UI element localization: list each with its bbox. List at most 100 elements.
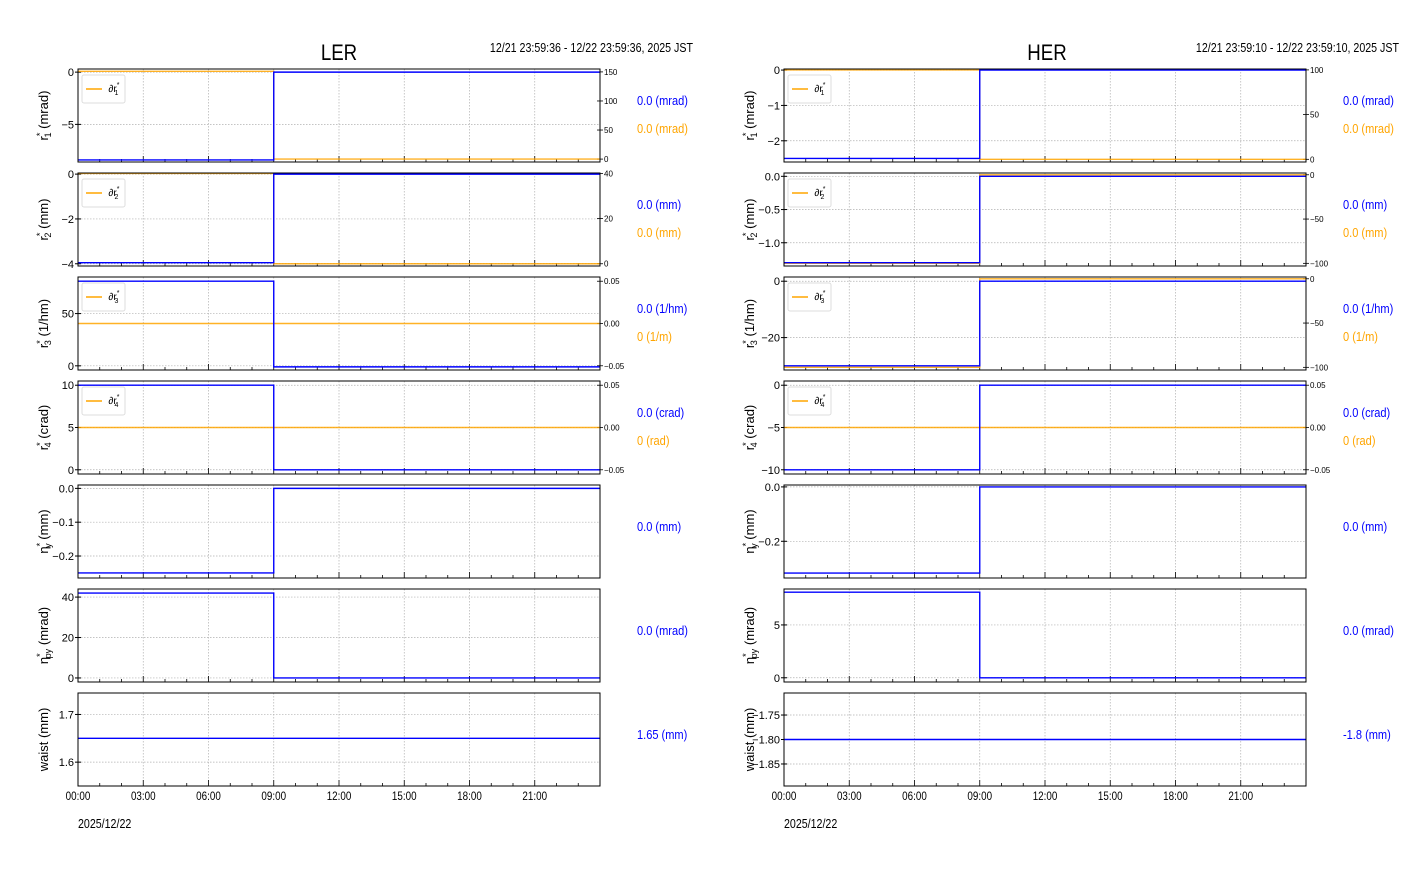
blue-current-value: 0.0 (mm) [637,519,681,534]
right-y-tick-label: 50 [604,126,613,135]
y-tick-label: −0.1 [52,517,74,529]
x-tick-label: 09:00 [967,790,992,803]
legend: ∂r* 3 [81,282,126,312]
x-tick-label: 06:00 [902,790,927,803]
right-y-tick-label: 0 [604,155,609,164]
right-y-tick-label: 20 [604,215,613,224]
y-tick-label: −0.2 [758,536,780,548]
right-y-tick-label: 150 [604,68,618,77]
x-tick-label: 18:00 [1163,790,1188,803]
x-tick-label: 06:00 [196,790,221,803]
y-tick-label: 0 [774,276,780,288]
right-y-tick-label: 0.05 [604,381,620,390]
y-tick-label: 0 [68,465,74,477]
y-tick-label: 10 [62,380,74,392]
her-panel-5: 0.0 −0.2 0.0 (mm) η*y (mm) [741,482,1387,579]
orange-current-value: 0 (1/m) [1343,329,1378,344]
ler-title: LER [321,42,357,66]
y-tick-label: 0 [68,169,74,181]
legend-label: ∂r* 2 [108,186,119,201]
y-tick-label: 20 [62,633,74,645]
her-panel-7: −1.75−1.80−1.85-1.8 (mm)waist (mm) [742,692,1391,787]
y-tick-label: 40 [62,592,74,604]
legend-label: ∂r* 3 [108,290,119,305]
x-tick-label: 00:00 [66,790,91,803]
y-axis-label: η*py (mrad) [35,607,53,664]
x-tick-label: 21:00 [522,790,547,803]
ler-panel-3: 50 0 −0.05 0.00 0.05 ∂r* 3 0 (1/m) 0.0 (1/hm) r*… [35,276,687,373]
y-axis-label: r*1 (mrad) [741,91,759,141]
y-tick-label: −0.5 [758,205,780,217]
ler-date-label: 2025/12/22 [78,816,131,831]
y-tick-label: −1.0 [758,238,780,250]
figure: LER 12/21 23:59:36 - 12/22 23:59:36, 202… [35,40,1399,831]
y-axis-label: r*1 (mrad) [35,91,53,141]
right-y-tick-label: 0 [1310,171,1315,180]
y-tick-label: 0 [68,673,74,685]
right-y-tick-label: −50 [1310,215,1324,224]
ler-panel-7: 1.7 1.6 1.65 (mm) waist (mm) [36,692,687,787]
y-axis-label: waist (mm) [742,708,757,773]
her-panel-4: 0 −5 −10 −0.05 0.00 0.05 ∂r* 4 0 (rad) 0.0 (crad… [741,380,1390,477]
legend: ∂r* 2 [787,178,832,208]
ler-panel-6: 40 20 0 0.0 (mrad) η*py (mrad) [35,588,688,685]
blue-current-value: 0.0 (crad) [637,405,684,420]
orange-current-value: 0.0 (mrad) [637,121,688,136]
right-y-tick-label: 0 [604,260,609,269]
blue-current-value: 0.0 (mm) [637,197,681,212]
her-title: HER [1027,42,1066,66]
y-tick-label: −5 [61,119,74,131]
right-y-tick-label: 0.05 [1310,381,1326,390]
blue-current-value: 0.0 (mm) [1343,197,1387,212]
legend-label: ∂r* 2 [814,186,825,201]
right-y-tick-label: −0.05 [604,362,625,371]
y-tick-label: 0 [774,380,780,392]
y-tick-label: 1.6 [59,757,74,769]
blue-current-value: 0.0 (1/hm) [1343,301,1393,316]
blue-current-value: 0.0 (crad) [1343,405,1390,420]
blue-current-value: 0.0 (1/hm) [637,301,687,316]
her-time-range: 12/21 23:59:10 - 12/22 23:59:10, 2025 JS… [1196,40,1399,55]
y-tick-label: 0 [774,673,780,685]
right-y-tick-label: 100 [604,97,618,106]
blue-current-value: 0.0 (mrad) [637,93,688,108]
blue-current-value: 0.0 (mrad) [637,623,688,638]
legend: ∂r* 2 [81,178,126,208]
ler-panel-2: 0 −2 −4 0 20 40 ∂r* 2 0.0 (mm) 0.0 (mm) r*2 (mm) [35,169,681,271]
x-tick-label: 12:00 [1033,790,1058,803]
legend-label: ∂r* 1 [108,82,119,97]
right-y-tick-label: −0.05 [604,466,625,475]
y-axis-label: r*4 (crad) [741,405,759,451]
x-tick-label: 00:00 [772,790,797,803]
ler-panel-4: 10 5 0 −0.05 0.00 0.05 ∂r* 4 0 (rad) 0.0 (crad) r… [35,380,684,477]
y-tick-label: 5 [68,423,74,435]
blue-current-value: 1.65 (mm) [637,727,687,742]
blue-current-value: 0.0 (mm) [1343,519,1387,534]
legend: ∂r* 3 [787,282,832,312]
y-axis-label: waist (mm) [36,708,51,773]
x-tick-label: 18:00 [457,790,482,803]
legend-label: ∂r* 3 [814,290,825,305]
legend-label: ∂r* 1 [814,82,825,97]
y-axis-label: η*py (mrad) [741,607,759,664]
x-tick-label: 21:00 [1228,790,1253,803]
y-tick-label: 0 [68,361,74,373]
ler-panel-5: 0.0 −0.1 −0.2 0.0 (mm) η*y (mm) [35,483,681,579]
blue-current-value: 0.0 (mrad) [1343,623,1394,638]
right-y-tick-label: 0.00 [604,424,620,433]
y-tick-label: 0.0 [765,482,780,494]
y-tick-label: 5 [774,620,780,632]
legend-label: ∂r* 4 [108,394,119,409]
y-axis-label: r*4 (crad) [35,405,53,451]
x-tick-label: 09:00 [261,790,286,803]
y-axis-label: r*2 (mm) [35,199,53,241]
right-y-tick-label: 100 [1310,66,1324,75]
orange-current-value: 0 (rad) [637,433,670,448]
legend: ∂r* 4 [81,386,126,416]
right-y-tick-label: −50 [1310,319,1324,328]
right-y-tick-label: 0 [1310,275,1315,284]
her-panel-1: 0 −1 −2 0 50 100 ∂r* 1 0.0 (mrad) 0.0 (mrad) r*1 … [741,65,1394,164]
y-axis-label: r*3 (1/hm) [741,299,759,348]
y-axis-label: r*3 (1/hm) [35,299,53,348]
orange-current-value: 0 (rad) [1343,433,1376,448]
